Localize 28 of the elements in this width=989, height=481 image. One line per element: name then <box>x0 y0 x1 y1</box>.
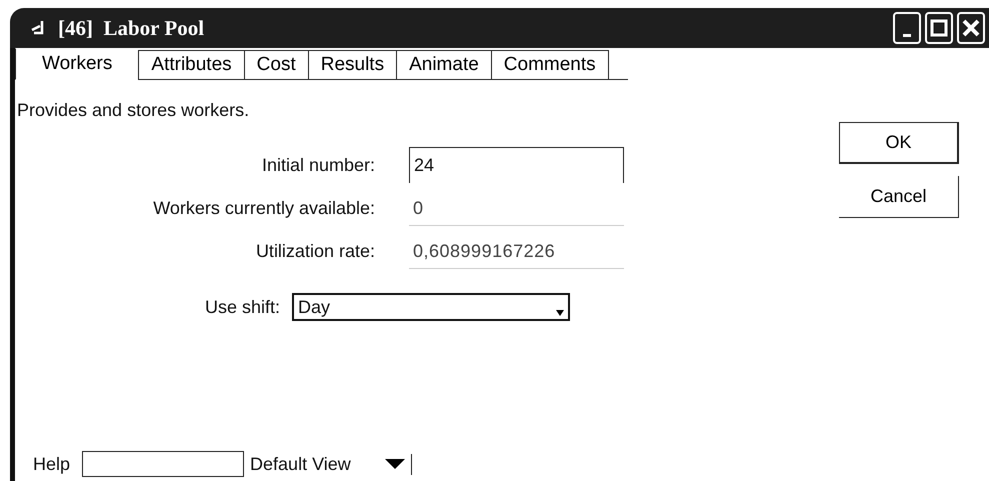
maximize-button[interactable] <box>925 12 953 44</box>
view-dropdown[interactable]: Default View <box>250 454 412 474</box>
minimize-button[interactable] <box>893 12 921 44</box>
readout-field: 0 <box>409 191 624 226</box>
help-label: Help <box>33 454 70 474</box>
tab[interactable]: Results <box>308 50 398 80</box>
description-text: Provides and stores workers. <box>17 100 250 121</box>
tab[interactable]: Attributes <box>138 50 245 80</box>
tab[interactable]: Cost <box>244 50 309 80</box>
tab[interactable]: Animate <box>396 50 492 80</box>
help-field[interactable] <box>82 451 244 477</box>
shift-dropdown[interactable]: Day <box>292 293 570 321</box>
close-button[interactable] <box>957 12 985 44</box>
minimize-icon <box>903 34 911 36</box>
dropdown-arrow-icon <box>384 459 405 469</box>
dialog-button[interactable]: Cancel <box>839 176 959 218</box>
field-label: Workers currently available: <box>152 198 375 219</box>
dropdown-arrow-icon <box>556 310 564 316</box>
field-label: Utilization rate: <box>254 241 375 262</box>
dialog-button[interactable]: OK <box>839 122 959 164</box>
window-title: [46] Labor Pool <box>58 16 204 40</box>
maximize-icon <box>929 17 949 39</box>
tab[interactable]: Comments <box>490 50 609 80</box>
field-label: Use shift: <box>205 296 280 318</box>
field-label: Initial number: <box>260 154 375 176</box>
readout-field: 0,608999167226 <box>409 234 624 269</box>
input-field[interactable]: 24 <box>409 147 624 183</box>
close-icon <box>961 17 981 39</box>
